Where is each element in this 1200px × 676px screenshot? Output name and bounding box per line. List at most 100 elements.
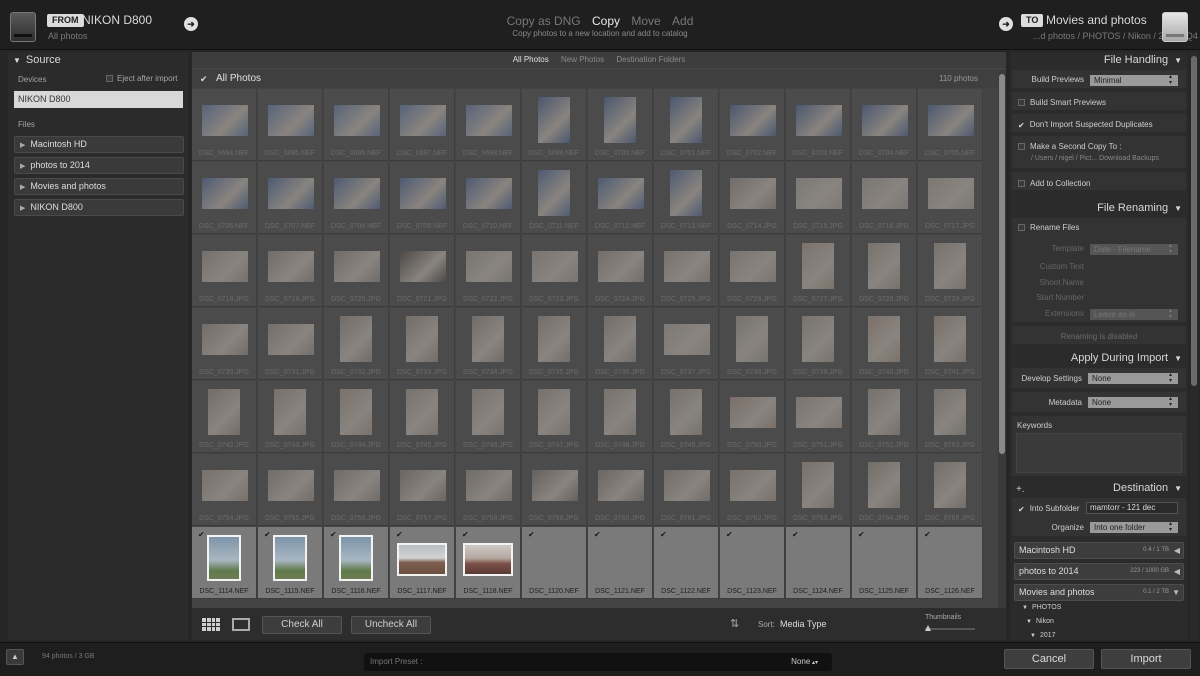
destination-volume[interactable]: Macintosh HD 0.4 / 1 TB ◀ [1014,542,1184,559]
photo-thumbnail-cell[interactable]: DSC_0699.NEF [522,89,587,161]
photo-thumbnail-cell[interactable]: DSC_0747.JPG [522,381,587,453]
source-panel-header[interactable]: ▼ Source [8,52,188,68]
extensions-select[interactable]: Leave as-is [1090,308,1178,320]
photo-thumbnail-cell[interactable]: DSC_0719.JPG [258,235,323,307]
photo-thumbnail-cell[interactable]: DSC_0707.NEF [258,162,323,234]
destination-header[interactable]: Destination ▼ [1113,482,1182,494]
checkmark-icon[interactable]: ✔ [330,530,337,539]
photo-thumbnail-cell[interactable]: DSC_0750.JPG [720,381,785,453]
checkmark-icon[interactable]: ✔ [660,530,667,539]
tab-destination-folders[interactable]: Destination Folders [616,55,685,64]
file-renaming-header[interactable]: File Renaming ▼ [1097,202,1182,214]
checkmark-icon[interactable]: ✔ [198,530,205,539]
destination-drive-icon[interactable] [1162,12,1188,42]
cancel-button[interactable]: Cancel [1004,649,1094,669]
photo-thumbnail-cell[interactable]: DSC_0735.JPG [522,308,587,380]
photo-thumbnail-cell[interactable]: ✔ DSC_1125.NEF [852,527,917,599]
photo-thumbnail-cell[interactable]: DSC_0695.NEF [258,89,323,161]
checkmark-icon[interactable]: ✔ [594,530,601,539]
second-copy-checkbox[interactable] [1018,143,1025,150]
develop-settings-select[interactable]: None [1088,372,1178,384]
device-item[interactable]: NIKON D800 [14,91,183,108]
photo-thumbnail-cell[interactable]: DSC_0721.JPG [390,235,455,307]
photo-thumbnail-cell[interactable]: DSC_0716.JPG [852,162,917,234]
volume-item[interactable]: ▶ Macintosh HD [14,136,184,153]
photo-thumbnail-cell[interactable]: DSC_0727.JPG [786,235,851,307]
photo-thumbnail-cell[interactable]: DSC_0704.NEF [852,89,917,161]
photo-thumbnail-cell[interactable]: DSC_0751.JPG [786,381,851,453]
subfolder-checkbox[interactable]: ✔ [1018,505,1025,514]
photo-thumbnail-cell[interactable]: DSC_0722.JPG [456,235,521,307]
second-copy-path[interactable]: / Users / nigel / Pict... Download Backu… [1031,155,1159,162]
volume-item[interactable]: ▶ NIKON D800 [14,199,184,216]
photo-thumbnail-cell[interactable]: DSC_0740.JPG [852,308,917,380]
folder-tree-item[interactable]: ▼ Nikon [1026,618,1054,625]
checkmark-icon[interactable]: ✔ [200,70,208,88]
grid-scrollbar[interactable] [998,70,1006,608]
folder-tree-item[interactable]: ▼ 2017 [1030,632,1056,639]
photo-thumbnail-cell[interactable]: ✔ DSC_1115.NEF [258,527,323,599]
photo-thumbnail-cell[interactable]: DSC_0730.JPG [192,308,257,380]
photo-thumbnail-cell[interactable]: DSC_0720.JPG [324,235,389,307]
checkmark-icon[interactable]: ✔ [528,530,535,539]
keywords-input[interactable] [1016,433,1182,473]
photo-thumbnail-cell[interactable]: DSC_0733.JPG [390,308,455,380]
photo-thumbnail-cell[interactable]: DSC_0710.NEF [456,162,521,234]
grid-view-icon[interactable] [202,618,220,631]
destination-name[interactable]: Movies and photos [1046,13,1147,27]
photo-thumbnail-cell[interactable]: DSC_0762.JPG [720,454,785,526]
photo-thumbnail-cell[interactable]: DSC_0694.NEF [192,89,257,161]
loupe-view-icon[interactable] [232,618,250,631]
photo-thumbnail-cell[interactable]: DSC_0711.NEF [522,162,587,234]
photo-thumbnail-cell[interactable]: DSC_0741.JPG [918,308,983,380]
photo-thumbnail-cell[interactable]: DSC_0756.JPG [324,454,389,526]
photo-thumbnail-cell[interactable]: DSC_0757.JPG [390,454,455,526]
mode-move[interactable]: Move [631,14,660,28]
photo-thumbnail-cell[interactable]: ✔ DSC_1120.NEF [522,527,587,599]
photo-thumbnail-cell[interactable]: DSC_0760.JPG [588,454,653,526]
photo-thumbnail-cell[interactable]: DSC_0739.JPG [786,308,851,380]
photo-thumbnail-cell[interactable]: DSC_0725.JPG [654,235,719,307]
photo-thumbnail-cell[interactable]: DSC_0696.NEF [324,89,389,161]
photo-thumbnail-cell[interactable]: DSC_0734.JPG [456,308,521,380]
organize-select[interactable]: Into one folder [1090,521,1178,533]
destination-volume[interactable]: photos to 2014 223 / 1000 GB ◀ [1014,563,1184,580]
photo-thumbnail-cell[interactable]: ✔ DSC_1124.NEF [786,527,851,599]
photo-thumbnail-cell[interactable]: DSC_0723.JPG [522,235,587,307]
photo-thumbnail-cell[interactable]: DSC_0715.JPG [786,162,851,234]
checkmark-icon[interactable]: ✔ [858,530,865,539]
photo-thumbnail-cell[interactable]: ✔ DSC_1116.NEF [324,527,389,599]
add-destination-button[interactable]: +. [1016,484,1025,495]
photo-thumbnail-cell[interactable]: ✔ DSC_1114.NEF [192,527,257,599]
photo-thumbnail-cell[interactable]: DSC_0729.JPG [918,235,983,307]
checkmark-icon[interactable]: ✔ [924,530,931,539]
photo-thumbnail-cell[interactable]: DSC_0718.JPG [192,235,257,307]
checkmark-icon[interactable]: ✔ [396,530,403,539]
photo-thumbnail-cell[interactable]: DSC_0752.JPG [852,381,917,453]
photo-thumbnail-cell[interactable]: DSC_0714.JPG [720,162,785,234]
photo-thumbnail-cell[interactable]: DSC_0713.NEF [654,162,719,234]
check-all-button[interactable]: Check All [262,616,342,634]
photo-thumbnail-cell[interactable]: DSC_0708.NEF [324,162,389,234]
photo-thumbnail-cell[interactable]: DSC_0753.JPG [918,381,983,453]
photo-thumbnail-cell[interactable]: DSC_0700.NEF [588,89,653,161]
photo-thumbnail-cell[interactable]: DSC_0764.JPG [852,454,917,526]
apply-during-import-header[interactable]: Apply During Import ▼ [1071,352,1182,364]
photo-thumbnail-cell[interactable]: DSC_0724.JPG [588,235,653,307]
photo-thumbnail-cell[interactable]: DSC_0761.JPG [654,454,719,526]
smart-previews-row[interactable]: Build Smart Previews [1018,98,1106,107]
photo-thumbnail-cell[interactable]: DSC_0703.NEF [786,89,851,161]
expand-icon[interactable]: ▲ [6,649,24,665]
add-to-collection-row[interactable]: Add to Collection [1018,179,1090,188]
photo-thumbnail-cell[interactable]: DSC_0759.JPG [522,454,587,526]
template-select[interactable]: Date - Filename [1090,243,1178,255]
photo-thumbnail-cell[interactable]: ✔ DSC_1122.NEF [654,527,719,599]
collection-checkbox[interactable] [1018,180,1025,187]
into-subfolder-row[interactable]: ✔ Into Subfolder [1018,504,1080,514]
tab-new-photos[interactable]: New Photos [561,55,604,64]
photo-thumbnail-cell[interactable]: ✔ DSC_1117.NEF [390,527,455,599]
photo-thumbnail-cell[interactable]: DSC_0697.NEF [390,89,455,161]
mode-copy[interactable]: Copy [592,14,620,28]
photo-thumbnail-cell[interactable]: DSC_0742.JPG [192,381,257,453]
eject-after-import[interactable]: Eject after import [106,74,177,83]
